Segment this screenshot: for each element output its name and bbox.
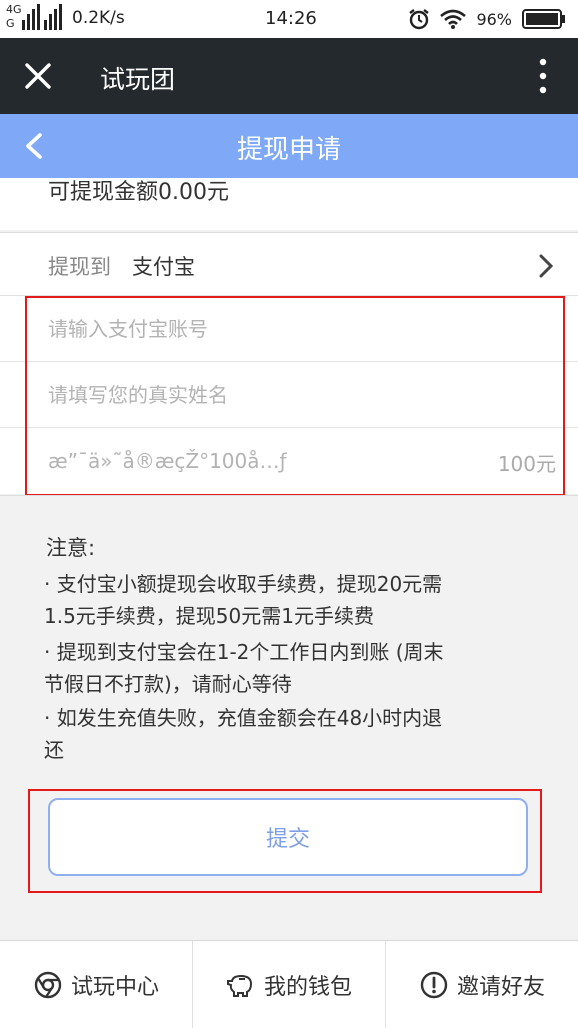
note-line: 节假日不打款)，请耐心等待 (44, 672, 292, 696)
tab-trial-center[interactable]: 试玩中心 (0, 941, 193, 1028)
real-name-input[interactable] (48, 376, 528, 414)
piggy-bank-icon (226, 974, 252, 997)
alert-circle-icon (420, 971, 448, 998)
withdraw-form: 100元 (0, 296, 578, 494)
tab-label: 试玩中心 (70, 974, 159, 1000)
note-line: · 提现到支付宝会在1-2个工作日内到账 (周末 (44, 640, 444, 664)
amount-unit: 100元 (497, 452, 556, 476)
note-line: · 支付宝小额提现会收取手续费，提现20元需 (44, 572, 443, 596)
withdraw-method-value: 支付宝 (132, 255, 195, 279)
note-line: 1.5元手续费，提现50元需1元手续费 (44, 604, 374, 628)
signal-indicator: 4G G (6, 4, 66, 34)
alipay-account-input[interactable] (48, 310, 528, 348)
close-icon[interactable] (18, 56, 58, 96)
battery-icon (522, 9, 565, 29)
tab-invite-friends[interactable]: 邀请好友 (386, 941, 578, 1028)
battery-percent: 96% (476, 9, 512, 29)
withdraw-method-row[interactable]: 提现到 支付宝 (0, 232, 578, 296)
tab-label: 邀请好友 (456, 974, 545, 1000)
network-speed: 0.2K/s (72, 8, 125, 28)
signal-icon (22, 4, 62, 30)
withdraw-method-label: 提现到 (48, 255, 111, 279)
more-options-icon[interactable] (538, 58, 548, 94)
tab-label: 我的钱包 (263, 974, 352, 1000)
network-type-bottom: G (6, 17, 15, 30)
account-row (0, 296, 578, 362)
note-line: · 如发生充值失败，充值金额会在48小时内退 (44, 706, 443, 730)
submit-button[interactable]: 提交 (48, 798, 528, 876)
available-balance: 可提现金额0.00元 (48, 180, 229, 205)
status-time: 14:26 (265, 8, 317, 29)
app-title: 试玩团 (100, 65, 176, 94)
amount-input[interactable] (48, 442, 468, 480)
wifi-icon (440, 9, 467, 29)
app-title-bar: 试玩团 (0, 38, 578, 114)
page-title: 提现申请 (236, 135, 341, 165)
notes-title: 注意: (46, 536, 96, 560)
page-header: 提现申请 (0, 114, 578, 178)
amount-row: 100元 (0, 428, 578, 494)
status-right: 96% (408, 6, 566, 32)
name-row (0, 362, 578, 428)
tab-my-wallet[interactable]: 我的钱包 (193, 941, 386, 1028)
alarm-icon (409, 9, 430, 30)
note-line: 还 (44, 738, 64, 762)
chevron-right-icon (539, 254, 554, 278)
chrome-icon (34, 971, 62, 998)
bottom-tab-bar: 试玩中心 我的钱包 邀请好友 (0, 940, 578, 1028)
status-bar: 4G G 0.2K/s 14:26 96% (0, 0, 578, 38)
balance-row: 可提现金额0.00元 (0, 178, 578, 230)
